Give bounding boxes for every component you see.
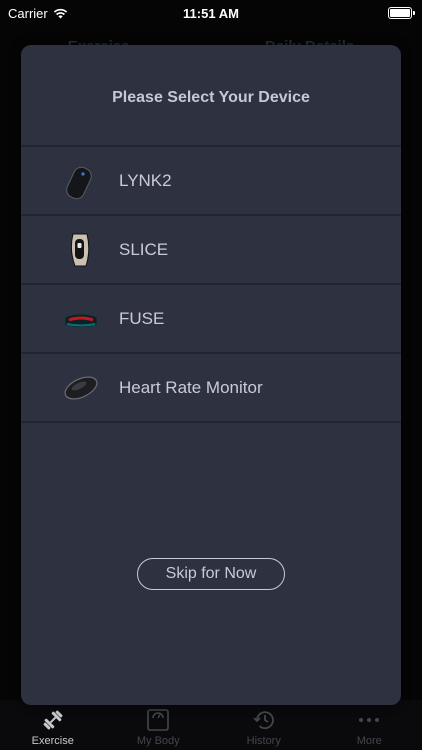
modal-title: Please Select Your Device xyxy=(21,45,401,147)
dumbbell-icon xyxy=(41,709,65,731)
status-bar: Carrier 11:51 AM xyxy=(0,0,422,26)
device-label: Heart Rate Monitor xyxy=(119,377,263,397)
tab-label: My Body xyxy=(136,735,180,747)
tab-label: More xyxy=(356,735,382,747)
device-label: LYNK2 xyxy=(119,170,172,190)
device-row-slice[interactable]: SLICE xyxy=(21,216,401,285)
battery-icon xyxy=(388,7,415,19)
history-icon xyxy=(252,709,276,731)
scale-icon xyxy=(146,709,170,731)
fuse-device-icon xyxy=(59,299,103,339)
tab-bar: Exercise My Body History More xyxy=(0,700,422,750)
slice-device-icon xyxy=(59,230,103,270)
device-row-heart-rate-monitor[interactable]: Heart Rate Monitor xyxy=(21,354,401,423)
device-row-lynk2[interactable]: LYNK2 xyxy=(21,147,401,216)
tab-my-body[interactable]: My Body xyxy=(108,709,208,747)
tab-more[interactable]: More xyxy=(319,709,419,747)
device-label: SLICE xyxy=(119,239,169,259)
device-row-fuse[interactable]: FUSE xyxy=(21,285,401,354)
carrier-label: Carrier xyxy=(8,5,48,21)
skip-for-now-button[interactable]: Skip for Now xyxy=(137,558,285,590)
wifi-icon xyxy=(53,8,67,18)
device-select-modal: Please Select Your Device LYNK2 SLICE FU… xyxy=(21,45,401,705)
lynk2-device-icon xyxy=(59,161,103,201)
device-label: FUSE xyxy=(119,308,165,328)
heart-rate-monitor-icon xyxy=(59,368,103,408)
status-left: Carrier xyxy=(8,6,68,21)
tab-history[interactable]: History xyxy=(214,709,314,747)
tab-label: History xyxy=(246,735,281,747)
tab-label: Exercise xyxy=(31,735,74,747)
tab-exercise[interactable]: Exercise xyxy=(3,709,103,747)
more-dots-icon xyxy=(357,709,381,731)
